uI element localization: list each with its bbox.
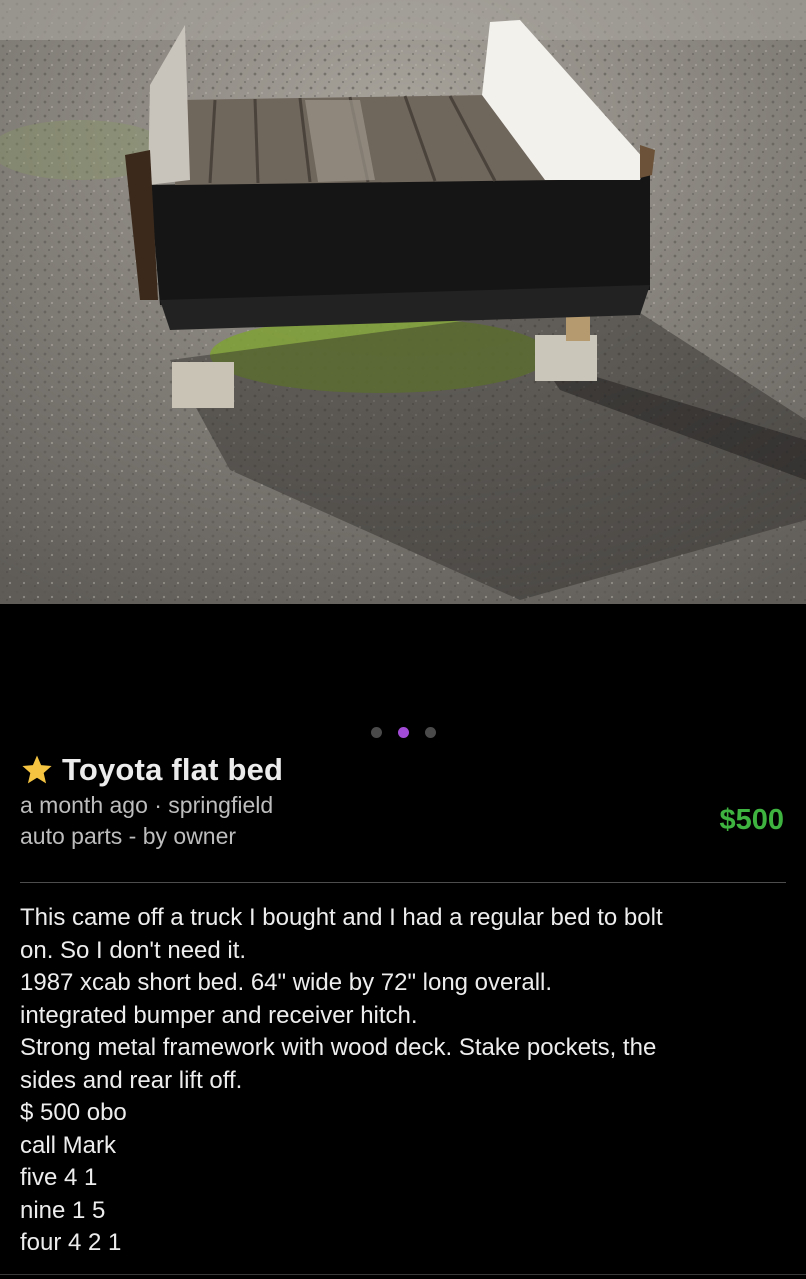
section-divider	[20, 882, 786, 883]
description-line: $ 500 obo	[20, 1099, 127, 1126]
listing-posted-location: a month ago · springfield	[20, 792, 274, 818]
description-line: five 4 1	[20, 1164, 98, 1191]
listing-price: $500	[719, 804, 784, 836]
bottom-divider	[0, 1274, 806, 1275]
description-line: 1987 xcab short bed. 64" wide by 72" lon…	[20, 969, 553, 996]
description-line: sides and rear lift off.	[20, 1066, 243, 1094]
listing-header: Toyota flat bed	[20, 752, 283, 788]
description-line: on. So I don't need it.	[20, 936, 247, 964]
description-line: nine 1 5	[20, 1196, 106, 1224]
carousel-dot[interactable]	[424, 727, 436, 738]
listing-category: auto parts - by owner	[20, 823, 237, 849]
truck-flatbed-photo	[0, 0, 806, 604]
description-line: four 4 2 1	[20, 1229, 122, 1256]
description-line: Strong metal framework with wood deck. S…	[20, 1034, 657, 1061]
description-line: This came off a truck I bought and I had…	[20, 904, 663, 931]
carousel-dot[interactable]	[370, 727, 382, 738]
listing-title: Toyota flat bed	[62, 752, 284, 787]
description-line: call Mark	[20, 1131, 117, 1159]
description-line: integrated bumper and receiver hitch.	[20, 1001, 418, 1029]
image-carousel-indicator	[0, 727, 806, 738]
carousel-dot-active[interactable]	[397, 727, 409, 738]
listing-photo[interactable]	[0, 0, 806, 604]
listing-description: This came off a truck I bought and I had…	[20, 902, 790, 1260]
star-icon[interactable]	[20, 753, 54, 787]
